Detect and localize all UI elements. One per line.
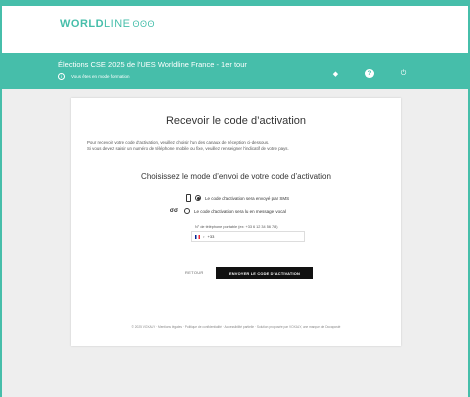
chevron-down-icon[interactable]: ▾ [203,235,205,239]
shield-icon[interactable]: ◆ [331,69,340,78]
option-sms[interactable]: Le code d'activation sera envoyé par SMS [186,194,289,202]
france-flag-icon[interactable] [195,234,200,239]
election-title: Élections CSE 2025 de l'UES Worldline Fr… [58,60,247,69]
info-icon: i [58,73,65,80]
sms-option-label[interactable]: Le code d'activation sera envoyé par SMS [205,196,289,201]
phone-input[interactable]: ▾ +33 [191,231,305,242]
phone-field-label: N° de téléphone portable (ex: +33 6 12 3… [195,225,278,229]
page-title: Recevoir le code d’activation [165,115,307,127]
help-icon[interactable]: ? [365,69,374,78]
option-voice[interactable]: σσ Le code d'activation sera lu en messa… [168,208,286,214]
logo-wave-icon: ʘʘʘ [132,19,156,29]
logout-icon[interactable]: ⏻ [399,69,408,78]
training-mode-notice: i Vous êtes en mode formation [58,73,130,80]
mode-title: Choisissez le mode d’envoi de votre code… [141,172,331,181]
voice-radio[interactable] [184,208,190,214]
phone-value[interactable]: +33 [208,234,215,239]
activation-card: Recevoir le code d’activation Pour recev… [71,98,401,346]
sms-radio[interactable] [195,195,201,201]
footer-links[interactable]: © 2025 VOXALY · Mentions légales · Polit… [71,325,401,329]
training-mode-label: Vous êtes en mode formation [71,74,130,79]
phone-icon [186,194,191,202]
worldline-logo[interactable]: WORLDLINE ʘʘʘ [60,18,155,30]
voicemail-icon: σσ [169,208,179,214]
intro-line-2: Si vous devez saisir un numéro de téléph… [87,146,289,151]
intro-text: Pour recevoir votre code d'activation, v… [87,140,387,152]
send-code-button[interactable]: ENVOYER LE CODE D'ACTIVATION [216,267,313,279]
back-button[interactable]: RETOUR [185,270,204,275]
voice-option-label[interactable]: Le code d'activation sera lu en message … [194,209,286,214]
